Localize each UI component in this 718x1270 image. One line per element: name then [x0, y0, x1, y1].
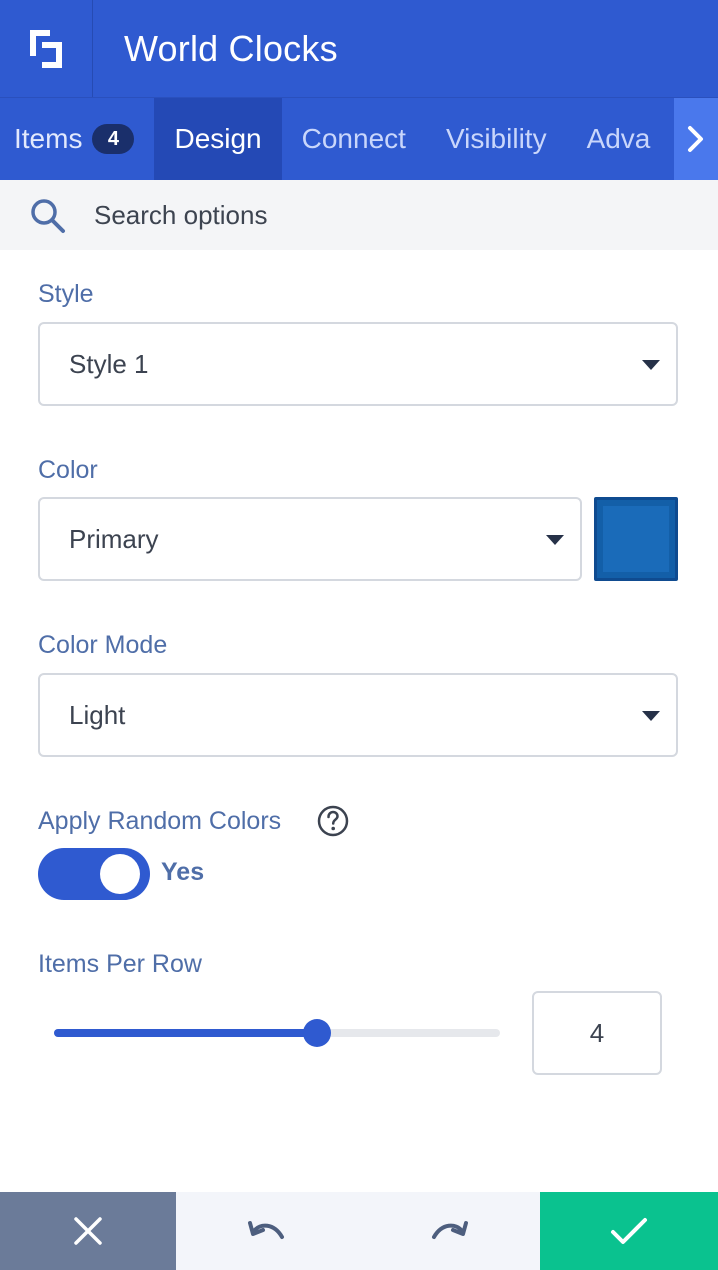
random-colors-toggle[interactable]	[38, 848, 150, 900]
color-mode-label: Color Mode	[38, 631, 168, 659]
style-select-value: Style 1	[69, 348, 149, 379]
help-icon[interactable]	[316, 804, 350, 838]
chevron-right-icon	[688, 126, 703, 152]
search-icon	[31, 199, 65, 233]
tab-visibility[interactable]: Visibility	[426, 98, 567, 180]
tab-bar: Items 4 Design Connect Visibility Adva	[0, 97, 718, 180]
color-select[interactable]: Primary	[38, 497, 582, 581]
color-label: Color	[38, 456, 98, 484]
style-label: Style	[38, 280, 94, 308]
redo-icon	[432, 1221, 468, 1239]
slider-handle[interactable]	[303, 1019, 332, 1047]
footer-toolbar	[0, 1192, 718, 1270]
options-panel: World Clocks Items 4 Design Connect Visi…	[0, 0, 718, 1270]
undo-icon	[248, 1221, 284, 1239]
slider-fill	[54, 1029, 318, 1037]
caret-down-icon	[642, 711, 660, 721]
tab-items[interactable]: Items 4	[0, 98, 154, 180]
color-mode-select-value: Light	[69, 699, 126, 730]
tab-connect[interactable]: Connect	[282, 98, 426, 180]
undo-button[interactable]	[176, 1192, 358, 1270]
items-per-row-value: 4	[589, 1017, 605, 1048]
tabs-scroll-right-button[interactable]	[674, 98, 718, 180]
logo-icon[interactable]	[0, 0, 93, 97]
cancel-button[interactable]	[0, 1192, 176, 1270]
check-icon	[611, 1218, 647, 1244]
tab-advanced[interactable]: Adva	[567, 98, 671, 180]
random-colors-label: Apply Random Colors	[38, 807, 282, 835]
color-swatch[interactable]	[594, 497, 678, 581]
redo-button[interactable]	[358, 1192, 540, 1270]
items-count-badge: 4	[92, 124, 135, 154]
caret-down-icon	[642, 360, 660, 370]
color-swatch-fill	[603, 506, 669, 572]
items-per-row-slider[interactable]	[54, 1019, 500, 1047]
header: World Clocks	[0, 0, 718, 97]
page-title: World Clocks	[124, 27, 338, 69]
confirm-button[interactable]	[540, 1192, 718, 1270]
search-input[interactable]	[94, 194, 694, 236]
color-mode-select[interactable]: Light	[38, 673, 678, 757]
search-bar	[0, 180, 718, 250]
tab-design[interactable]: Design	[154, 98, 282, 180]
color-select-value: Primary	[69, 523, 159, 554]
close-icon	[74, 1217, 102, 1245]
items-per-row-label: Items Per Row	[38, 950, 202, 978]
toggle-knob	[100, 854, 140, 894]
random-colors-state: Yes	[161, 858, 205, 886]
tab-items-label: Items	[14, 123, 83, 154]
caret-down-icon	[546, 535, 564, 545]
style-select[interactable]: Style 1	[38, 322, 678, 406]
items-per-row-input[interactable]: 4	[532, 991, 662, 1075]
